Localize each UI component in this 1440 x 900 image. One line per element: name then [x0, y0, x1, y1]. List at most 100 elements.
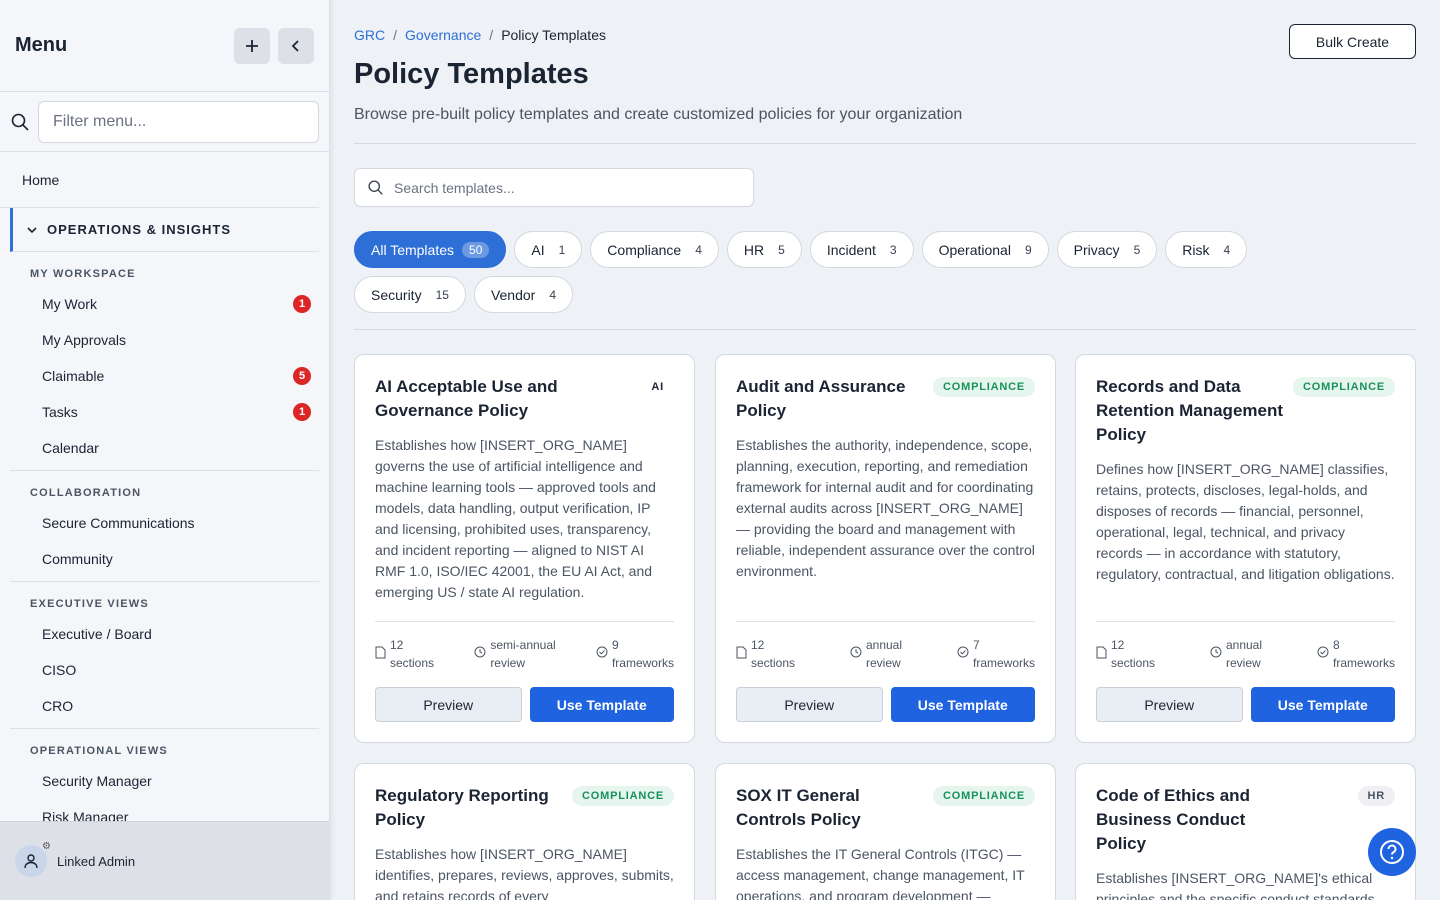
filter-risk[interactable]: Risk 4	[1165, 231, 1248, 268]
search-icon	[368, 180, 383, 195]
help-icon	[1380, 840, 1404, 864]
filter-hr[interactable]: HR 5	[726, 231, 802, 268]
filter-label: Incident	[826, 241, 876, 258]
filter-label: Vendor	[490, 286, 536, 303]
card-title: Audit and Assurance Policy	[736, 377, 906, 420]
meta-frameworks: 8 frameworks	[1317, 636, 1395, 672]
breadcrumb-grc[interactable]: GRC	[354, 27, 385, 43]
count-badge: 1	[293, 403, 311, 421]
meta-review: annual review	[850, 636, 902, 672]
review-frequency: annual	[1225, 638, 1263, 652]
sections-count: 12	[1111, 638, 1125, 652]
add-button[interactable]	[234, 27, 270, 64]
sidebar-item-home[interactable]: Home	[0, 152, 319, 208]
preview-button[interactable]: Preview	[1096, 687, 1243, 722]
section-title: MY WORKSPACE	[30, 268, 136, 280]
sidebar-item-community[interactable]: Community	[10, 541, 319, 577]
meta-review: semi-annual review	[474, 636, 556, 672]
sidebar-item-tasks[interactable]: Tasks 1	[10, 394, 319, 430]
frameworks-count: 9	[611, 638, 619, 652]
filter-label: HR	[743, 241, 765, 258]
sidebar-item-label: Claimable	[42, 368, 105, 384]
category-tag: HR	[1357, 786, 1395, 806]
card-description: Establishes the authority, independence,…	[736, 437, 1035, 579]
card-meta: 12 sections annual review 7 frameworks	[736, 621, 1035, 672]
filter-count: 4	[695, 242, 702, 257]
meta-frameworks: 9 frameworks	[596, 636, 674, 672]
filter-count: 50	[462, 241, 490, 258]
collapse-sidebar-button[interactable]	[278, 27, 314, 64]
section-title: OPERATIONAL VIEWS	[30, 745, 168, 757]
filter-all-templates[interactable]: All Templates 50	[354, 231, 507, 268]
card-title: Records and Data Retention Management Po…	[1096, 377, 1284, 444]
group-label: OPERATIONS & INSIGHTS	[47, 222, 231, 237]
filter-ai[interactable]: AI 1	[514, 231, 583, 268]
sidebar-item-label: CRO	[42, 698, 74, 714]
card-description: Establishes [INSERT_ORG_NAME]'s ethical …	[1096, 870, 1375, 900]
sections-label: sections	[751, 656, 796, 670]
use-template-button[interactable]: Use Template	[529, 687, 674, 722]
sidebar-item-calendar[interactable]: Calendar	[10, 430, 319, 466]
sidebar-item-cro[interactable]: CRO	[10, 688, 319, 724]
card-description: Establishes how [INSERT_ORG_NAME] govern…	[375, 437, 656, 600]
category-filters: All Templates 50 AI 1 Compliance 4 HR 5 Inci…	[354, 231, 1354, 313]
template-card: SOX IT General Controls Policy COMPLIANCE…	[715, 763, 1056, 900]
card-description: Establishes how [INSERT_ORG_NAME] identi…	[375, 846, 674, 900]
section-executive-views: EXECUTIVE VIEWS Executive / Board CISO C…	[10, 582, 319, 729]
sidebar-item-label: My Approvals	[42, 332, 127, 348]
filter-incident[interactable]: Incident 3	[809, 231, 914, 268]
review-frequency: semi-annual	[490, 638, 556, 652]
chevron-down-icon	[27, 225, 37, 235]
meta-review: annual review	[1210, 636, 1262, 672]
help-button[interactable]	[1368, 828, 1416, 876]
card-title: AI Acceptable Use and Governance Policy	[375, 377, 558, 420]
use-template-button[interactable]: Use Template	[1250, 687, 1395, 722]
breadcrumb-governance[interactable]: Governance	[405, 27, 481, 43]
check-circle-icon	[1317, 646, 1329, 658]
count-badge: 5	[293, 367, 311, 385]
filter-security[interactable]: Security 15	[354, 276, 466, 313]
filter-menu-input[interactable]	[38, 100, 319, 143]
avatar: ⚙	[15, 841, 51, 877]
card-title: Code of Ethics and Business Conduct Poli…	[1096, 786, 1250, 853]
filter-compliance[interactable]: Compliance 4	[590, 231, 719, 268]
category-tag: COMPLIANCE	[933, 786, 1035, 806]
card-meta: 12 sections semi-annual review 9 frameworks	[375, 621, 674, 672]
user-footer[interactable]: ⚙ Linked Admin	[0, 821, 329, 900]
breadcrumb-current: Policy Templates	[501, 27, 606, 43]
sidebar-item-secure-communications[interactable]: Secure Communications	[10, 505, 319, 541]
template-card: Audit and Assurance Policy COMPLIANCE Est…	[715, 354, 1056, 743]
filter-label: All Templates	[371, 241, 455, 258]
page-description: Browse pre-built policy templates and cr…	[354, 106, 963, 123]
sidebar-item-my-approvals[interactable]: My Approvals	[10, 322, 319, 358]
category-tag: AI	[641, 377, 674, 397]
use-template-button[interactable]: Use Template	[890, 687, 1035, 722]
sidebar-item-my-work[interactable]: My Work 1	[10, 286, 319, 322]
filter-count: 3	[889, 242, 897, 257]
sidebar-item-ciso[interactable]: CISO	[10, 652, 319, 688]
filter-operational[interactable]: Operational 9	[921, 231, 1049, 268]
search-templates-input[interactable]	[394, 179, 753, 196]
group-operations-insights[interactable]: OPERATIONS & INSIGHTS	[10, 208, 319, 252]
meta-sections: 12 sections	[1096, 636, 1155, 672]
filter-count: 5	[1133, 242, 1141, 257]
review-label: review	[490, 656, 525, 670]
sidebar-item-label: My Work	[42, 296, 97, 312]
sidebar-filter	[0, 92, 329, 152]
search-icon	[10, 112, 30, 132]
sidebar-item-executive-board[interactable]: Executive / Board	[10, 616, 319, 652]
sidebar-item-label: Home	[22, 171, 60, 188]
document-icon	[375, 646, 386, 659]
category-tag: COMPLIANCE	[933, 377, 1035, 397]
sidebar-item-security-manager[interactable]: Security Manager	[10, 763, 319, 799]
preview-button[interactable]: Preview	[736, 687, 883, 722]
sidebar-item-label: Executive / Board	[42, 626, 152, 642]
bulk-create-button[interactable]: Bulk Create	[1289, 24, 1416, 59]
preview-button[interactable]: Preview	[375, 687, 522, 722]
filter-privacy[interactable]: Privacy 5	[1056, 231, 1158, 268]
review-label: review	[1225, 656, 1261, 670]
frameworks-label: frameworks	[611, 656, 674, 670]
user-icon	[24, 854, 38, 869]
filter-vendor[interactable]: Vendor 4	[473, 276, 573, 313]
sidebar-item-claimable[interactable]: Claimable 5	[10, 358, 319, 394]
